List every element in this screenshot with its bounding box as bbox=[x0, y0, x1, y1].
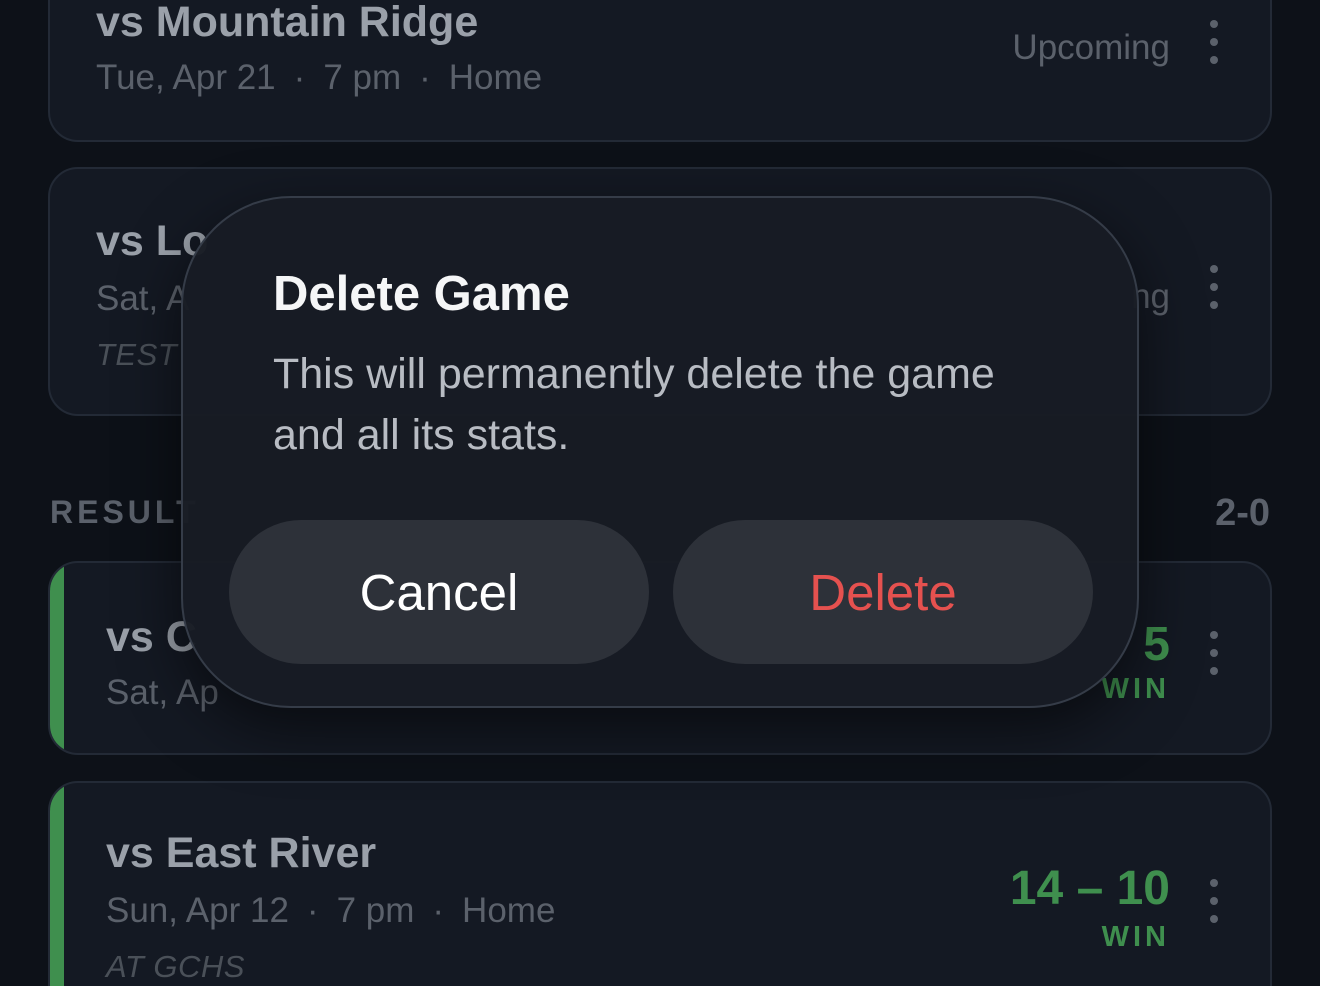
game-date: Tue, Apr 21 bbox=[96, 58, 276, 97]
game-date: Sat, Ap bbox=[106, 673, 219, 712]
games-screen: vs Mountain Ridge Tue, Apr 21 · 7 pm · Home … bbox=[0, 0, 1320, 986]
delete-game-dialog: Delete Game This will permanently delete… bbox=[181, 196, 1139, 708]
game-note: TEST bbox=[96, 337, 178, 372]
game-meta: Sun, Apr 12 · 7 pm · Home bbox=[106, 891, 556, 930]
game-card-east-river[interactable]: vs East River Sun, Apr 12 · 7 pm · Home AT G… bbox=[48, 781, 1272, 986]
game-note: AT GCHS bbox=[106, 949, 245, 984]
game-date: Sat, A bbox=[96, 279, 190, 318]
game-meta: Tue, Apr 21 · 7 pm · Home bbox=[96, 58, 543, 97]
results-section-label: RESULT bbox=[50, 494, 200, 530]
dialog-message: This will permanently delete the game an… bbox=[273, 350, 995, 459]
game-title: vs East River bbox=[106, 829, 377, 877]
cancel-button[interactable]: Cancel bbox=[229, 520, 649, 664]
more-vertical-icon[interactable] bbox=[1210, 879, 1218, 923]
game-location: Home bbox=[462, 891, 556, 930]
more-vertical-icon[interactable] bbox=[1210, 265, 1218, 309]
dialog-title: Delete Game bbox=[273, 267, 570, 321]
game-date: Sun, Apr 12 bbox=[106, 891, 289, 930]
game-time: 7 pm bbox=[323, 58, 402, 97]
game-status: Upcoming bbox=[1012, 28, 1170, 67]
more-vertical-icon[interactable] bbox=[1210, 631, 1218, 675]
more-vertical-icon[interactable] bbox=[1210, 20, 1218, 64]
game-card-mountain-ridge[interactable]: vs Mountain Ridge Tue, Apr 21 · 7 pm · Home … bbox=[48, 0, 1272, 142]
game-outcome: WIN bbox=[1101, 921, 1170, 953]
game-time: 7 pm bbox=[336, 891, 415, 930]
delete-button[interactable]: Delete bbox=[673, 520, 1093, 664]
game-outcome: WIN bbox=[1101, 673, 1170, 705]
game-score: 14 – 10 bbox=[1009, 862, 1170, 915]
results-record: 2-0 bbox=[1215, 492, 1270, 534]
game-score: 5 bbox=[1143, 618, 1170, 671]
game-title: vs Mountain Ridge bbox=[96, 0, 479, 46]
game-location: Home bbox=[448, 58, 543, 97]
